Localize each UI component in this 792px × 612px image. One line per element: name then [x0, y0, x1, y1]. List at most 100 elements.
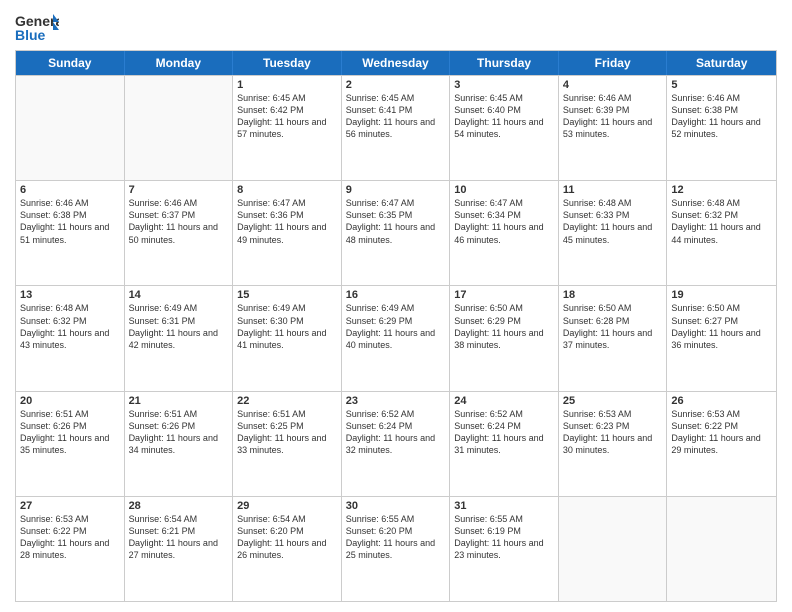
day-cell-8: 8Sunrise: 6:47 AM Sunset: 6:36 PM Daylig…: [233, 181, 342, 285]
day-info: Sunrise: 6:54 AM Sunset: 6:21 PM Dayligh…: [129, 513, 229, 562]
day-cell-11: 11Sunrise: 6:48 AM Sunset: 6:33 PM Dayli…: [559, 181, 668, 285]
day-info: Sunrise: 6:53 AM Sunset: 6:22 PM Dayligh…: [671, 408, 772, 457]
day-info: Sunrise: 6:46 AM Sunset: 6:39 PM Dayligh…: [563, 92, 663, 141]
calendar: SundayMondayTuesdayWednesdayThursdayFrid…: [15, 50, 777, 602]
day-cell-17: 17Sunrise: 6:50 AM Sunset: 6:29 PM Dayli…: [450, 286, 559, 390]
day-number: 9: [346, 184, 446, 196]
day-header-monday: Monday: [125, 51, 234, 75]
calendar-header-row: SundayMondayTuesdayWednesdayThursdayFrid…: [16, 51, 776, 75]
day-info: Sunrise: 6:46 AM Sunset: 6:37 PM Dayligh…: [129, 197, 229, 246]
day-cell-2: 2Sunrise: 6:45 AM Sunset: 6:41 PM Daylig…: [342, 76, 451, 180]
day-cell-28: 28Sunrise: 6:54 AM Sunset: 6:21 PM Dayli…: [125, 497, 234, 601]
header: General Blue: [15, 10, 777, 46]
day-info: Sunrise: 6:49 AM Sunset: 6:31 PM Dayligh…: [129, 302, 229, 351]
page: General Blue SundayMondayTuesdayWednesda…: [0, 0, 792, 612]
day-number: 31: [454, 500, 554, 512]
day-info: Sunrise: 6:48 AM Sunset: 6:33 PM Dayligh…: [563, 197, 663, 246]
day-info: Sunrise: 6:52 AM Sunset: 6:24 PM Dayligh…: [346, 408, 446, 457]
day-info: Sunrise: 6:47 AM Sunset: 6:35 PM Dayligh…: [346, 197, 446, 246]
day-info: Sunrise: 6:47 AM Sunset: 6:34 PM Dayligh…: [454, 197, 554, 246]
day-number: 26: [671, 395, 772, 407]
day-number: 29: [237, 500, 337, 512]
day-info: Sunrise: 6:52 AM Sunset: 6:24 PM Dayligh…: [454, 408, 554, 457]
day-cell-22: 22Sunrise: 6:51 AM Sunset: 6:25 PM Dayli…: [233, 392, 342, 496]
day-number: 2: [346, 79, 446, 91]
day-info: Sunrise: 6:49 AM Sunset: 6:29 PM Dayligh…: [346, 302, 446, 351]
calendar-row-3: 13Sunrise: 6:48 AM Sunset: 6:32 PM Dayli…: [16, 285, 776, 390]
day-info: Sunrise: 6:45 AM Sunset: 6:42 PM Dayligh…: [237, 92, 337, 141]
day-info: Sunrise: 6:50 AM Sunset: 6:27 PM Dayligh…: [671, 302, 772, 351]
day-cell-13: 13Sunrise: 6:48 AM Sunset: 6:32 PM Dayli…: [16, 286, 125, 390]
day-number: 23: [346, 395, 446, 407]
calendar-row-2: 6Sunrise: 6:46 AM Sunset: 6:38 PM Daylig…: [16, 180, 776, 285]
day-cell-1: 1Sunrise: 6:45 AM Sunset: 6:42 PM Daylig…: [233, 76, 342, 180]
day-number: 4: [563, 79, 663, 91]
day-info: Sunrise: 6:46 AM Sunset: 6:38 PM Dayligh…: [20, 197, 120, 246]
day-cell-9: 9Sunrise: 6:47 AM Sunset: 6:35 PM Daylig…: [342, 181, 451, 285]
day-info: Sunrise: 6:45 AM Sunset: 6:41 PM Dayligh…: [346, 92, 446, 141]
day-number: 6: [20, 184, 120, 196]
day-number: 1: [237, 79, 337, 91]
day-number: 3: [454, 79, 554, 91]
day-number: 27: [20, 500, 120, 512]
day-number: 10: [454, 184, 554, 196]
day-info: Sunrise: 6:50 AM Sunset: 6:28 PM Dayligh…: [563, 302, 663, 351]
day-number: 19: [671, 289, 772, 301]
logo-icon: General Blue: [15, 10, 59, 46]
day-cell-16: 16Sunrise: 6:49 AM Sunset: 6:29 PM Dayli…: [342, 286, 451, 390]
day-number: 20: [20, 395, 120, 407]
day-cell-12: 12Sunrise: 6:48 AM Sunset: 6:32 PM Dayli…: [667, 181, 776, 285]
day-header-friday: Friday: [559, 51, 668, 75]
day-header-tuesday: Tuesday: [233, 51, 342, 75]
day-number: 17: [454, 289, 554, 301]
day-cell-15: 15Sunrise: 6:49 AM Sunset: 6:30 PM Dayli…: [233, 286, 342, 390]
day-number: 14: [129, 289, 229, 301]
day-header-thursday: Thursday: [450, 51, 559, 75]
day-cell-31: 31Sunrise: 6:55 AM Sunset: 6:19 PM Dayli…: [450, 497, 559, 601]
day-info: Sunrise: 6:45 AM Sunset: 6:40 PM Dayligh…: [454, 92, 554, 141]
day-cell-6: 6Sunrise: 6:46 AM Sunset: 6:38 PM Daylig…: [16, 181, 125, 285]
day-cell-19: 19Sunrise: 6:50 AM Sunset: 6:27 PM Dayli…: [667, 286, 776, 390]
day-number: 21: [129, 395, 229, 407]
day-cell-26: 26Sunrise: 6:53 AM Sunset: 6:22 PM Dayli…: [667, 392, 776, 496]
day-cell-5: 5Sunrise: 6:46 AM Sunset: 6:38 PM Daylig…: [667, 76, 776, 180]
day-info: Sunrise: 6:53 AM Sunset: 6:23 PM Dayligh…: [563, 408, 663, 457]
logo: General Blue: [15, 10, 59, 46]
day-number: 11: [563, 184, 663, 196]
calendar-body: 1Sunrise: 6:45 AM Sunset: 6:42 PM Daylig…: [16, 75, 776, 601]
day-header-wednesday: Wednesday: [342, 51, 451, 75]
day-info: Sunrise: 6:54 AM Sunset: 6:20 PM Dayligh…: [237, 513, 337, 562]
day-cell-24: 24Sunrise: 6:52 AM Sunset: 6:24 PM Dayli…: [450, 392, 559, 496]
day-info: Sunrise: 6:46 AM Sunset: 6:38 PM Dayligh…: [671, 92, 772, 141]
day-number: 22: [237, 395, 337, 407]
calendar-row-1: 1Sunrise: 6:45 AM Sunset: 6:42 PM Daylig…: [16, 75, 776, 180]
day-number: 7: [129, 184, 229, 196]
day-number: 24: [454, 395, 554, 407]
day-cell-14: 14Sunrise: 6:49 AM Sunset: 6:31 PM Dayli…: [125, 286, 234, 390]
day-cell-7: 7Sunrise: 6:46 AM Sunset: 6:37 PM Daylig…: [125, 181, 234, 285]
day-cell-29: 29Sunrise: 6:54 AM Sunset: 6:20 PM Dayli…: [233, 497, 342, 601]
day-info: Sunrise: 6:55 AM Sunset: 6:19 PM Dayligh…: [454, 513, 554, 562]
day-number: 28: [129, 500, 229, 512]
day-info: Sunrise: 6:51 AM Sunset: 6:25 PM Dayligh…: [237, 408, 337, 457]
empty-cell: [559, 497, 668, 601]
day-number: 8: [237, 184, 337, 196]
day-cell-4: 4Sunrise: 6:46 AM Sunset: 6:39 PM Daylig…: [559, 76, 668, 180]
day-cell-18: 18Sunrise: 6:50 AM Sunset: 6:28 PM Dayli…: [559, 286, 668, 390]
day-info: Sunrise: 6:55 AM Sunset: 6:20 PM Dayligh…: [346, 513, 446, 562]
day-cell-21: 21Sunrise: 6:51 AM Sunset: 6:26 PM Dayli…: [125, 392, 234, 496]
day-number: 13: [20, 289, 120, 301]
day-cell-23: 23Sunrise: 6:52 AM Sunset: 6:24 PM Dayli…: [342, 392, 451, 496]
day-number: 30: [346, 500, 446, 512]
day-info: Sunrise: 6:47 AM Sunset: 6:36 PM Dayligh…: [237, 197, 337, 246]
day-number: 18: [563, 289, 663, 301]
day-header-saturday: Saturday: [667, 51, 776, 75]
day-number: 25: [563, 395, 663, 407]
day-cell-25: 25Sunrise: 6:53 AM Sunset: 6:23 PM Dayli…: [559, 392, 668, 496]
day-info: Sunrise: 6:48 AM Sunset: 6:32 PM Dayligh…: [20, 302, 120, 351]
empty-cell: [16, 76, 125, 180]
day-info: Sunrise: 6:48 AM Sunset: 6:32 PM Dayligh…: [671, 197, 772, 246]
day-header-sunday: Sunday: [16, 51, 125, 75]
day-cell-27: 27Sunrise: 6:53 AM Sunset: 6:22 PM Dayli…: [16, 497, 125, 601]
day-info: Sunrise: 6:49 AM Sunset: 6:30 PM Dayligh…: [237, 302, 337, 351]
